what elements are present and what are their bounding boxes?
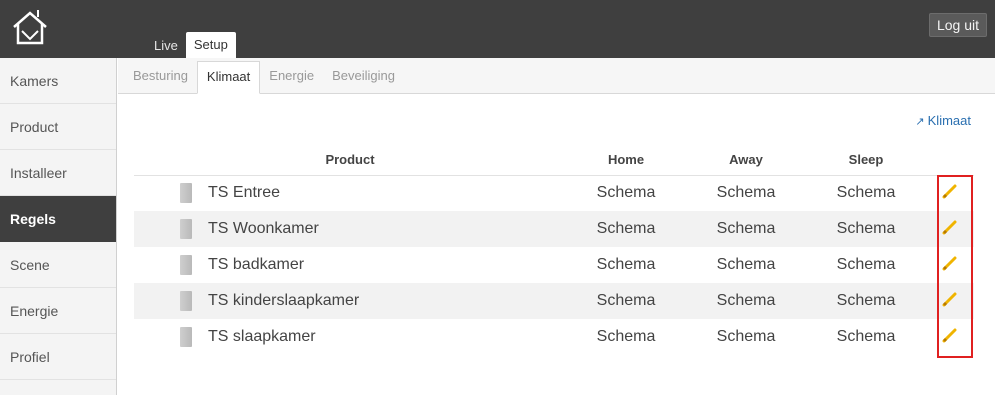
table-row: TS slaapkamer Schema Schema Schema	[134, 319, 974, 355]
product-cell: TS kinderslaapkamer	[134, 283, 566, 319]
column-header-product: Product	[134, 145, 566, 176]
logout-button[interactable]: Log uit	[928, 13, 987, 37]
sub-tabs: Besturing Klimaat Energie Beveiliging	[118, 58, 995, 94]
sleep-cell: Schema	[836, 184, 896, 202]
sidebar-item-regels[interactable]: Regels	[0, 196, 116, 242]
product-name: TS kinderslaapkamer	[208, 292, 360, 310]
home-cell: Schema	[566, 211, 686, 247]
away-cell: Schema	[716, 256, 776, 273]
product-cell: TS slaapkamer	[134, 319, 566, 355]
thermostat-device-icon	[180, 219, 192, 239]
product-cell: TS badkamer	[134, 247, 566, 283]
klimaat-link-label: Klimaat	[927, 113, 971, 128]
table-row: TS kinderslaapkamer Schema Schema Schema	[134, 283, 974, 319]
edit-column-highlight	[937, 175, 973, 358]
column-header-home: Home	[566, 145, 686, 176]
away-cell: Schema	[686, 283, 806, 319]
tab-live[interactable]: Live	[146, 32, 186, 58]
tab-energie[interactable]: Energie	[260, 61, 323, 93]
product-name: TS Entree	[208, 184, 281, 202]
product-name: TS slaapkamer	[208, 328, 316, 346]
product-name: TS badkamer	[208, 256, 305, 274]
column-header-sleep: Sleep	[806, 145, 926, 176]
table-row: TS badkamer Schema Schema Schema	[134, 247, 974, 283]
tab-setup[interactable]: Setup	[185, 32, 236, 58]
column-header-away: Away	[686, 145, 806, 176]
away-cell: Schema	[686, 211, 806, 247]
climate-table: Product Home Away Sleep TS Entree Schema…	[134, 145, 974, 355]
top-bar: Live Setup Log uit	[0, 0, 995, 58]
thermostat-device-icon	[180, 183, 192, 204]
away-cell: Schema	[716, 328, 776, 345]
table-row: TS Woonkamer Schema Schema Schema	[134, 211, 974, 247]
sidebar-item-profiel[interactable]: Profiel	[0, 334, 116, 380]
sidebar-item-energie[interactable]: Energie	[0, 288, 116, 334]
sleep-cell: Schema	[806, 283, 926, 319]
sleep-cell: Schema	[836, 328, 896, 345]
main-tabs: Live Setup	[146, 32, 236, 58]
tab-beveiliging[interactable]: Beveiliging	[323, 61, 404, 93]
sidebar-item-scene[interactable]: Scene	[0, 242, 116, 288]
external-link-icon: ↗	[915, 116, 925, 128]
sidebar: Kamers Product Installeer Regels Scene E…	[0, 58, 117, 395]
tab-klimaat[interactable]: Klimaat	[196, 61, 261, 94]
sidebar-item-installeer[interactable]: Installeer	[0, 150, 116, 196]
table-header-row: Product Home Away Sleep	[134, 145, 974, 176]
house-logo-icon[interactable]	[8, 7, 52, 51]
sidebar-item-product[interactable]: Product	[0, 104, 116, 150]
away-cell: Schema	[716, 184, 776, 202]
table-row: TS Entree Schema Schema Schema	[134, 175, 974, 211]
klimaat-link[interactable]: ↗ Klimaat	[915, 113, 971, 128]
home-cell: Schema	[596, 328, 656, 345]
sidebar-item-kamers[interactable]: Kamers	[0, 58, 116, 104]
main-content: ↗ Klimaat Product Home Away Sleep TS Entr…	[118, 95, 995, 395]
thermostat-device-icon	[180, 327, 192, 347]
thermostat-device-icon	[180, 255, 192, 275]
home-cell: Schema	[596, 184, 656, 202]
column-header-edit	[926, 145, 974, 176]
home-cell: Schema	[596, 256, 656, 273]
product-cell: TS Woonkamer	[134, 211, 566, 247]
thermostat-device-icon	[180, 291, 192, 311]
product-name: TS Woonkamer	[208, 220, 319, 238]
tab-besturing[interactable]: Besturing	[124, 61, 197, 93]
home-cell: Schema	[566, 283, 686, 319]
product-cell: TS Entree	[134, 175, 566, 211]
sleep-cell: Schema	[836, 256, 896, 273]
sleep-cell: Schema	[806, 211, 926, 247]
